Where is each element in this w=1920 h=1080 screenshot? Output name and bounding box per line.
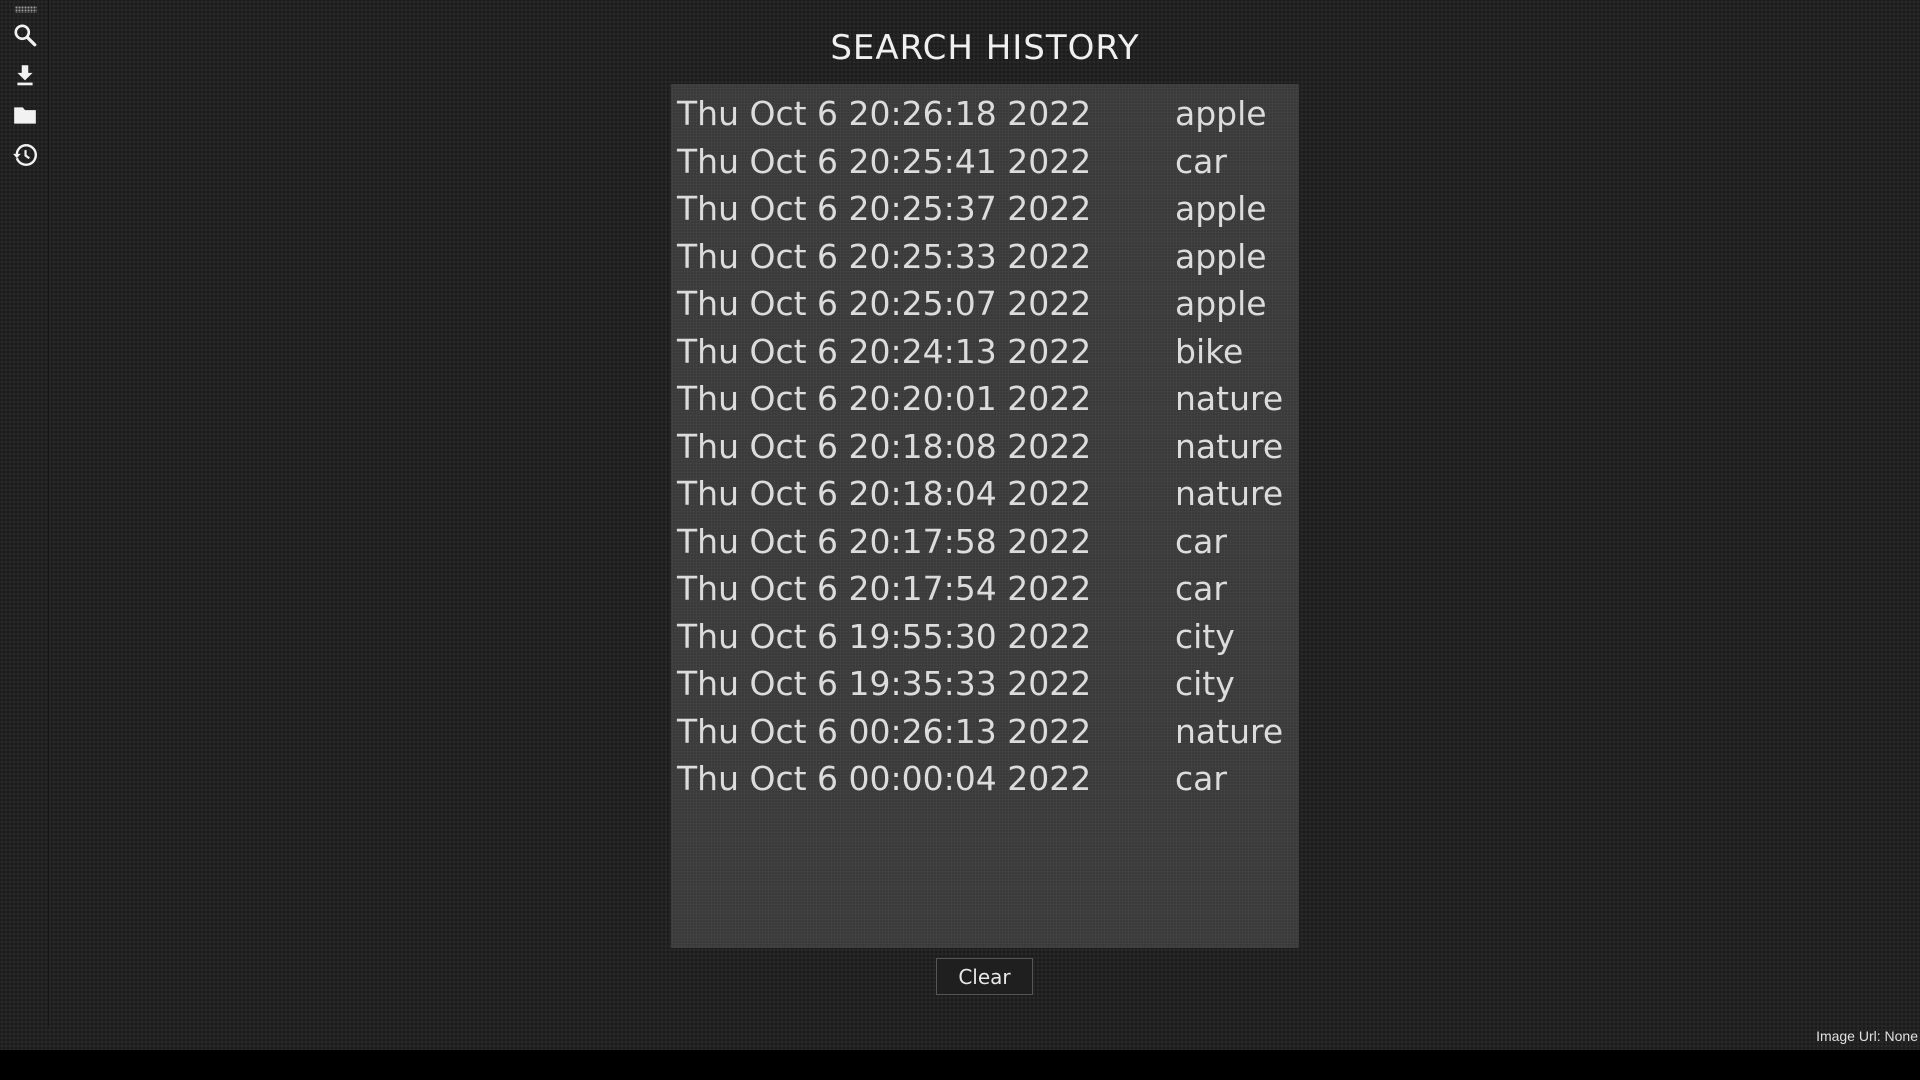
clear-button[interactable]: Clear bbox=[936, 958, 1033, 995]
history-row[interactable]: Thu Oct 6 19:35:33 2022 city bbox=[671, 660, 1299, 707]
history-search-term: apple bbox=[1175, 284, 1267, 323]
search-history-list[interactable]: Thu Oct 6 20:26:18 2022 apple Thu Oct 6 20… bbox=[671, 84, 1299, 948]
history-timestamp: Thu Oct 6 19:35:33 2022 bbox=[677, 664, 1092, 703]
history-search-term: apple bbox=[1175, 236, 1267, 276]
history-search-term: car bbox=[1175, 569, 1227, 608]
bottom-bar bbox=[0, 1050, 1920, 1080]
history-row[interactable]: Thu Oct 6 20:18:08 2022 nature bbox=[671, 423, 1299, 470]
history-search-term: nature bbox=[1175, 711, 1284, 751]
history-row[interactable]: Thu Oct 6 20:17:54 2022 car bbox=[671, 565, 1299, 612]
sidebar bbox=[0, 0, 49, 1026]
history-row[interactable]: Thu Oct 6 20:18:04 2022 nature bbox=[671, 470, 1299, 517]
history-row[interactable]: Thu Oct 6 20:17:58 2022 car bbox=[671, 518, 1299, 565]
history-icon[interactable] bbox=[10, 140, 40, 170]
history-timestamp: Thu Oct 6 00:00:04 2022 bbox=[677, 759, 1092, 798]
history-search-term: apple bbox=[1175, 189, 1267, 228]
history-search-term: bike bbox=[1175, 331, 1244, 371]
history-timestamp: Thu Oct 6 20:17:58 2022 bbox=[677, 521, 1092, 561]
history-row[interactable]: Thu Oct 6 00:26:13 2022 nature bbox=[671, 708, 1299, 755]
history-timestamp: Thu Oct 6 20:26:18 2022 bbox=[677, 94, 1092, 133]
drag-grip-icon[interactable] bbox=[15, 6, 37, 13]
history-row[interactable]: Thu Oct 6 20:24:13 2022 bike bbox=[671, 328, 1299, 375]
history-row[interactable]: Thu Oct 6 20:25:33 2022 apple bbox=[671, 233, 1299, 280]
history-search-term: car bbox=[1175, 759, 1227, 798]
history-timestamp: Thu Oct 6 20:25:41 2022 bbox=[677, 141, 1092, 181]
history-timestamp: Thu Oct 6 00:26:13 2022 bbox=[677, 711, 1092, 751]
history-search-term: car bbox=[1175, 141, 1227, 181]
history-search-term: city bbox=[1175, 616, 1235, 656]
history-search-term: apple bbox=[1175, 94, 1267, 133]
download-icon[interactable] bbox=[10, 60, 40, 90]
history-timestamp: Thu Oct 6 20:18:04 2022 bbox=[677, 474, 1092, 513]
page-title: SEARCH HISTORY bbox=[830, 28, 1140, 68]
folder-icon[interactable] bbox=[10, 100, 40, 130]
history-timestamp: Thu Oct 6 20:18:08 2022 bbox=[677, 426, 1092, 466]
history-timestamp: Thu Oct 6 19:55:30 2022 bbox=[677, 616, 1092, 656]
history-row[interactable]: Thu Oct 6 20:20:01 2022 nature bbox=[671, 375, 1299, 422]
history-row[interactable]: Thu Oct 6 20:25:07 2022 apple bbox=[671, 280, 1299, 327]
history-row[interactable]: Thu Oct 6 20:26:18 2022 apple bbox=[671, 90, 1299, 137]
history-timestamp: Thu Oct 6 20:25:07 2022 bbox=[677, 284, 1092, 323]
app-window: SEARCH HISTORY Thu Oct 6 20:26:18 2022 ap… bbox=[0, 0, 1920, 1050]
history-timestamp: Thu Oct 6 20:17:54 2022 bbox=[677, 569, 1092, 608]
history-search-term: city bbox=[1175, 664, 1235, 703]
image-url-status: Image Url: None bbox=[1816, 1028, 1918, 1044]
history-row[interactable]: Thu Oct 6 00:00:04 2022 car bbox=[671, 755, 1299, 802]
search-icon[interactable] bbox=[10, 20, 40, 50]
history-timestamp: Thu Oct 6 20:25:33 2022 bbox=[677, 236, 1092, 276]
history-search-term: car bbox=[1175, 521, 1227, 561]
history-search-term: nature bbox=[1175, 474, 1284, 513]
history-timestamp: Thu Oct 6 20:20:01 2022 bbox=[677, 379, 1092, 418]
history-row[interactable]: Thu Oct 6 20:25:37 2022 apple bbox=[671, 185, 1299, 232]
history-row[interactable]: Thu Oct 6 20:25:41 2022 car bbox=[671, 138, 1299, 185]
history-timestamp: Thu Oct 6 20:24:13 2022 bbox=[677, 331, 1092, 371]
history-timestamp: Thu Oct 6 20:25:37 2022 bbox=[677, 189, 1092, 228]
history-search-term: nature bbox=[1175, 379, 1284, 418]
history-row[interactable]: Thu Oct 6 19:55:30 2022 city bbox=[671, 613, 1299, 660]
history-search-term: nature bbox=[1175, 426, 1284, 466]
